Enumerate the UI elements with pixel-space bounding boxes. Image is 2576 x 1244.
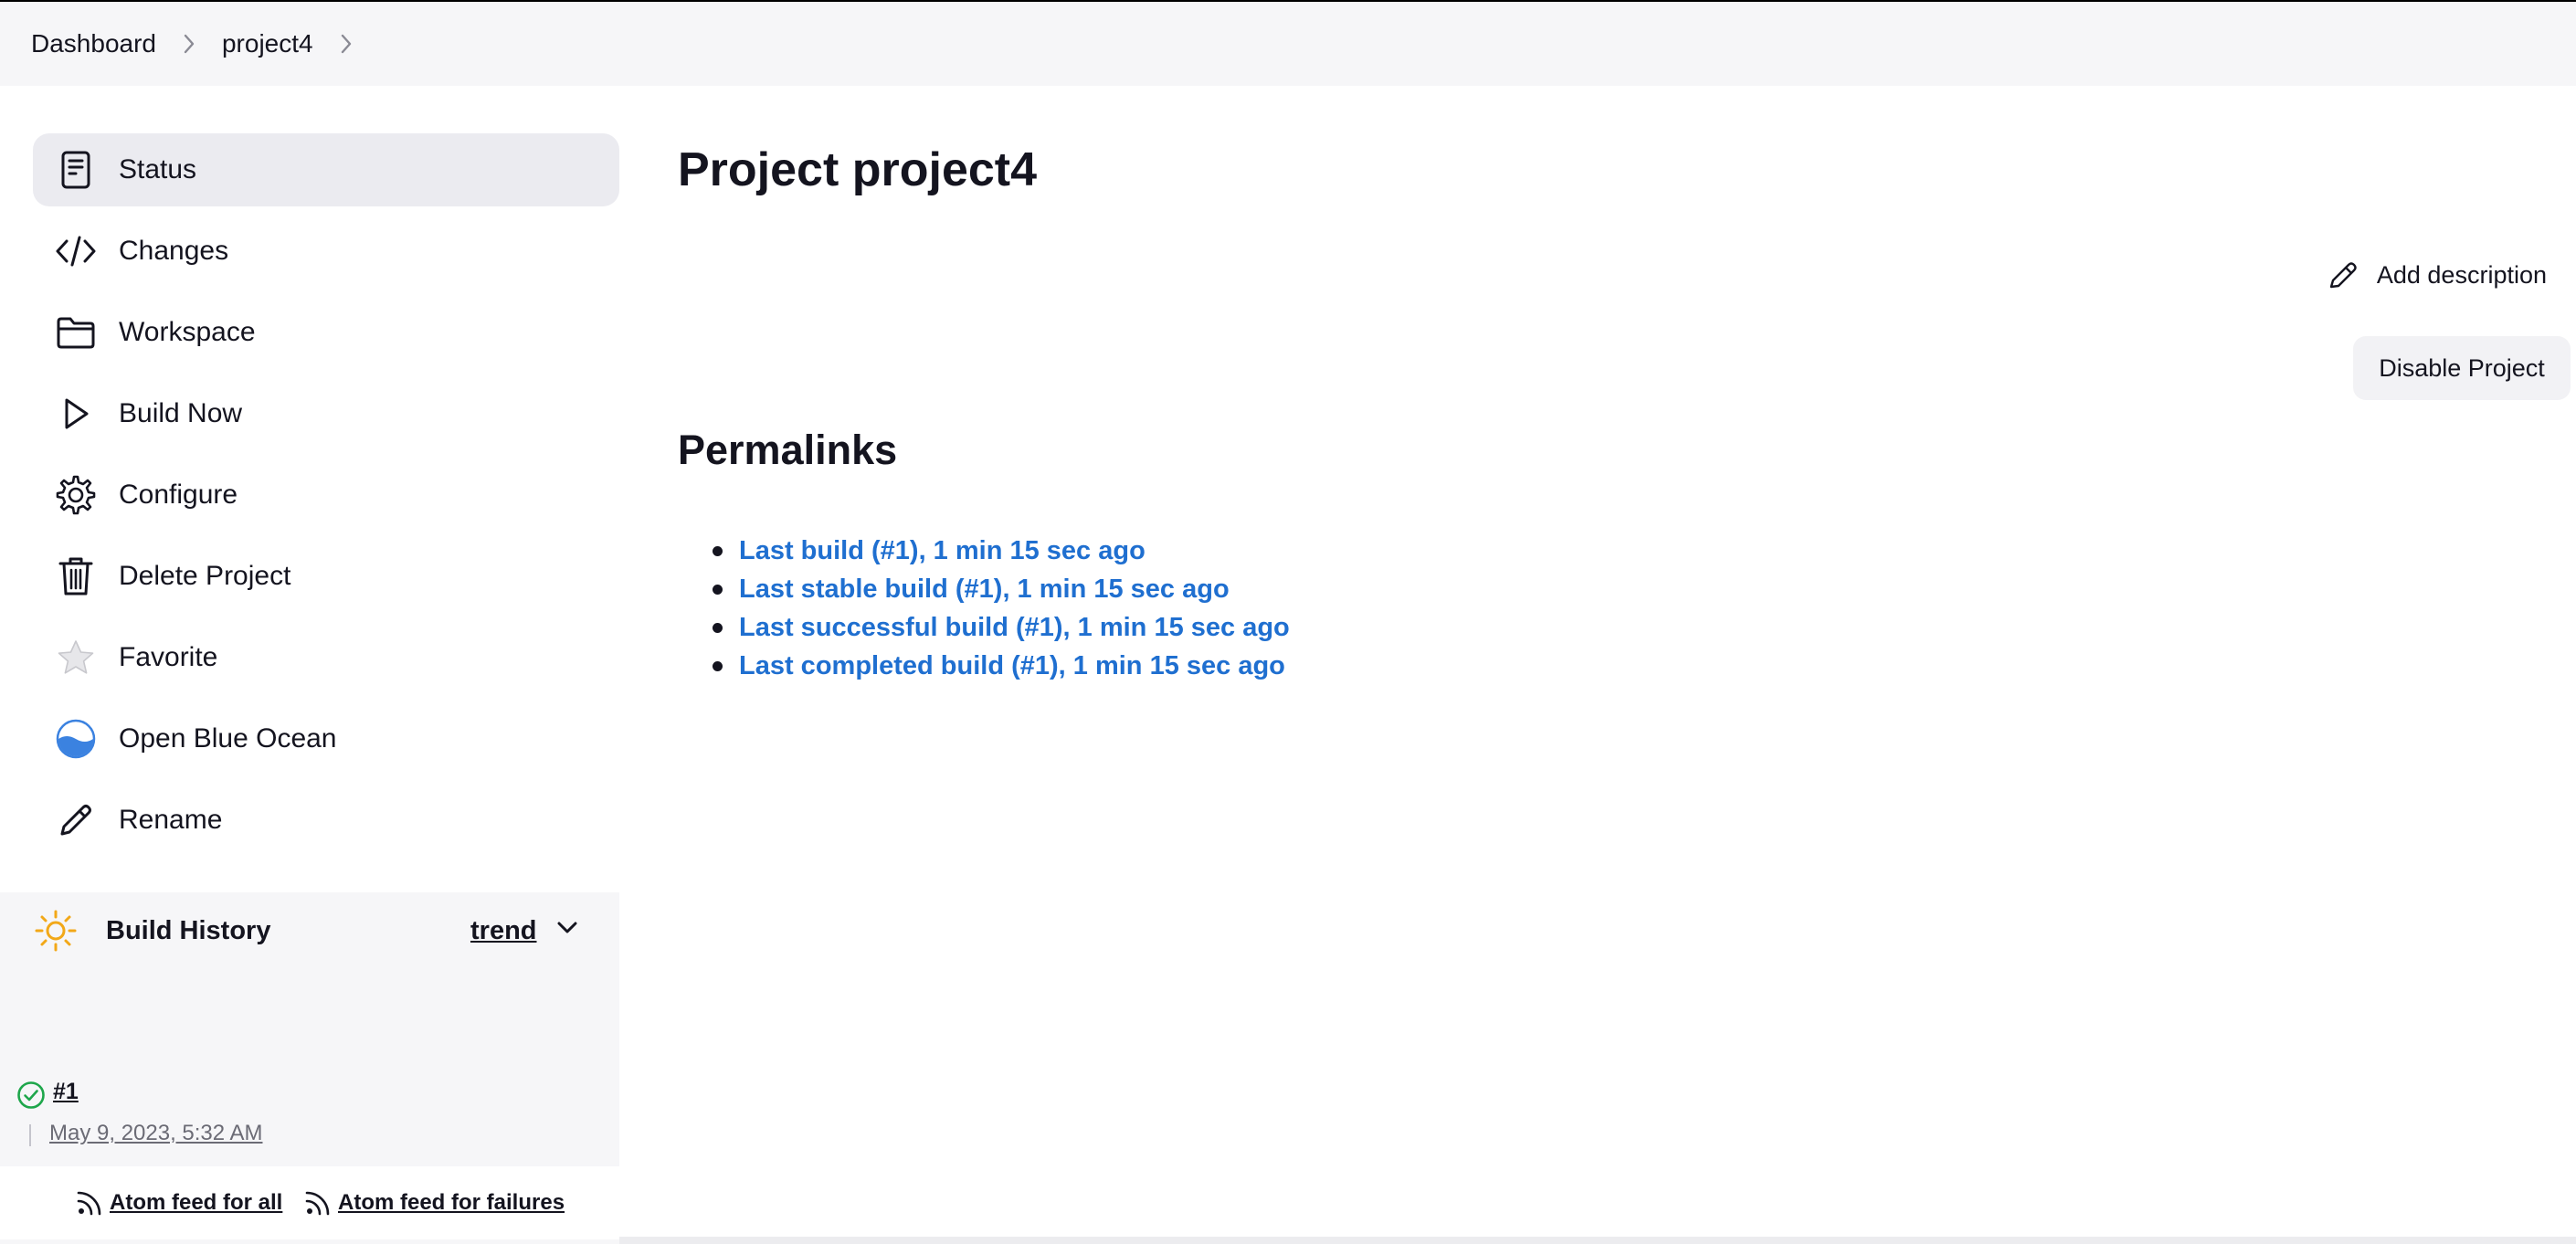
sidebar-item-build-now[interactable]: Build Now (33, 377, 619, 450)
sidebar-item-rename[interactable]: Rename (33, 784, 619, 857)
sidebar-item-open-blue-ocean[interactable]: Open Blue Ocean (33, 702, 619, 775)
breadcrumb-chevron-icon[interactable] (156, 32, 222, 56)
atom-feed-failures-label: Atom feed for failures (338, 1190, 565, 1215)
permalink-last-build[interactable]: Last build (#1), 1 min 15 sec ago (739, 536, 1145, 566)
jenkins-project-page: Dashboard project4 Status Changes Worksp… (0, 0, 2576, 1244)
build-history-title: Build History (106, 915, 271, 945)
sidebar-item-label: Configure (119, 480, 238, 510)
add-description-link[interactable]: Add description (2309, 259, 2547, 290)
folder-icon (53, 310, 99, 355)
sun-weather-icon (35, 910, 77, 952)
horizontal-scrollbar[interactable] (619, 1237, 2576, 1244)
sidebar-item-label: Build Now (119, 398, 243, 428)
atom-feed-failures-link[interactable]: Atom feed for failures (298, 1188, 565, 1218)
list-item: Last successful build (#1), 1 min 15 sec… (678, 608, 1290, 647)
play-icon (53, 391, 99, 437)
atom-feed-all-label: Atom feed for all (110, 1190, 283, 1215)
atom-feeds: Atom feed for all Atom feed for failures (0, 1166, 619, 1239)
star-icon (53, 635, 99, 680)
build-number-link[interactable]: #1 (53, 1079, 79, 1105)
build-timeline-line (29, 1124, 31, 1146)
disable-project-button[interactable]: Disable Project (2353, 336, 2571, 400)
bullet (713, 660, 723, 671)
list-item: Last build (#1), 1 min 15 sec ago (678, 532, 1290, 570)
sidebar-item-label: Status (119, 154, 197, 184)
trash-icon (53, 553, 99, 599)
pencil-icon (2328, 259, 2359, 290)
status-document-icon (53, 147, 99, 193)
build-row[interactable]: #1 May 9, 2023, 5:32 AM (0, 1068, 619, 1168)
build-list: #1 May 9, 2023, 5:32 AM (0, 1068, 619, 1166)
sidebar-item-label: Delete Project (119, 561, 291, 591)
sidebar-item-label: Open Blue Ocean (119, 723, 337, 754)
rss-icon (303, 1188, 333, 1218)
sidebar-item-changes[interactable]: Changes (33, 215, 619, 288)
sidebar-item-favorite[interactable]: Favorite (33, 621, 619, 694)
permalinks-heading: Permalinks (678, 427, 898, 473)
build-history-header: Build History trend (0, 892, 619, 969)
pencil-icon (53, 797, 99, 843)
permalink-last-stable-build[interactable]: Last stable build (#1), 1 min 15 sec ago (739, 575, 1230, 605)
permalinks-list: Last build (#1), 1 min 15 sec ago Last s… (678, 532, 1290, 685)
list-item: Last stable build (#1), 1 min 15 sec ago (678, 570, 1290, 608)
sidebar-item-delete-project[interactable]: Delete Project (33, 540, 619, 613)
breadcrumb-dashboard[interactable]: Dashboard (31, 29, 156, 58)
rss-icon (75, 1188, 104, 1218)
add-description-label: Add description (2376, 260, 2547, 289)
breadcrumb: Dashboard project4 (0, 2, 2576, 86)
blue-ocean-icon (53, 716, 99, 762)
sidebar-item-status[interactable]: Status (33, 133, 619, 206)
gear-icon (53, 472, 99, 518)
code-icon (53, 228, 99, 274)
breadcrumb-project4[interactable]: project4 (222, 29, 313, 58)
trend-link[interactable]: trend (470, 916, 537, 946)
page-title: Project project4 (678, 143, 1038, 196)
permalink-last-successful-build[interactable]: Last successful build (#1), 1 min 15 sec… (739, 613, 1290, 643)
permalink-last-completed-build[interactable]: Last completed build (#1), 1 min 15 sec … (739, 651, 1285, 681)
atom-feed-all-link[interactable]: Atom feed for all (69, 1188, 282, 1218)
bullet (713, 584, 723, 595)
main-content: Project project4 Add description Disable… (619, 86, 2576, 1244)
build-date-link[interactable]: May 9, 2023, 5:32 AM (49, 1121, 262, 1146)
sidebar-item-workspace[interactable]: Workspace (33, 296, 619, 369)
breadcrumb-chevron-icon[interactable] (313, 32, 379, 56)
sidebar-item-label: Rename (119, 805, 223, 835)
success-check-icon (16, 1081, 46, 1114)
sidebar-item-configure[interactable]: Configure (33, 459, 619, 532)
list-item: Last completed build (#1), 1 min 15 sec … (678, 647, 1290, 685)
sidebar-item-label: Changes (119, 236, 229, 266)
bullet (713, 545, 723, 556)
sidebar-item-label: Workspace (119, 317, 256, 347)
sidebar-item-label: Favorite (119, 642, 218, 672)
chevron-down-icon[interactable] (555, 920, 579, 941)
bullet (713, 622, 723, 633)
